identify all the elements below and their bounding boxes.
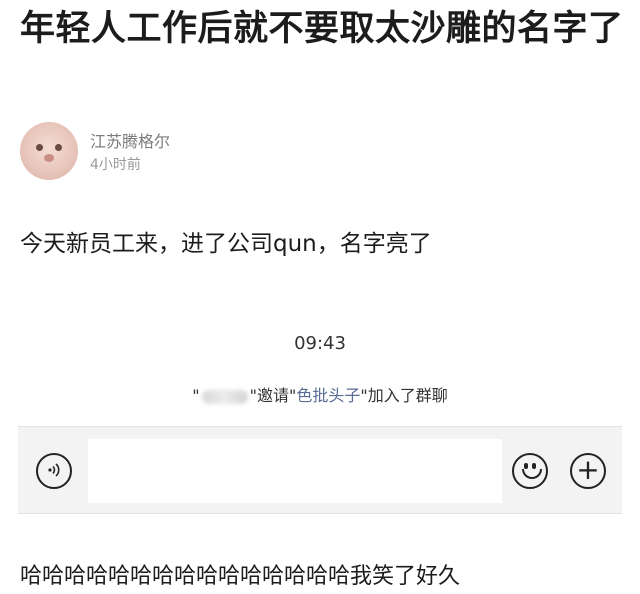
blurred-inviter-name — [201, 389, 248, 404]
comment-text: 哈哈哈哈哈哈哈哈哈哈哈哈哈哈哈我笑了好久 — [20, 564, 461, 589]
emoji-button[interactable] — [512, 453, 548, 489]
author-name[interactable]: 江苏腾格尔 — [90, 128, 170, 152]
voice-button[interactable] — [36, 453, 72, 489]
voice-icon — [47, 462, 63, 481]
more-options-button[interactable]: + — [570, 453, 606, 489]
plus-icon: + — [576, 453, 600, 486]
notice-joined-text: "加入了群聊 — [360, 386, 448, 405]
post-body: 今天新员工来，进了公司qun，名字亮了 — [20, 231, 432, 257]
notice-open-quote: " — [192, 386, 200, 405]
emoji-icon — [514, 453, 546, 489]
notice-invite-text: "邀请" — [249, 386, 297, 405]
message-input[interactable] — [88, 439, 502, 503]
new-member-name: 色批头子 — [296, 386, 361, 405]
chat-input-bar: + — [18, 426, 622, 514]
group-join-notice: " "邀请"色批头子"加入了群聊 — [0, 382, 640, 406]
chat-timestamp: 09:43 — [294, 333, 346, 354]
post-timestamp: 4小时前 — [90, 157, 141, 173]
post-title: 年轻人工作后就不要取太沙雕的名字了 — [20, 9, 624, 49]
avatar[interactable] — [20, 122, 78, 180]
